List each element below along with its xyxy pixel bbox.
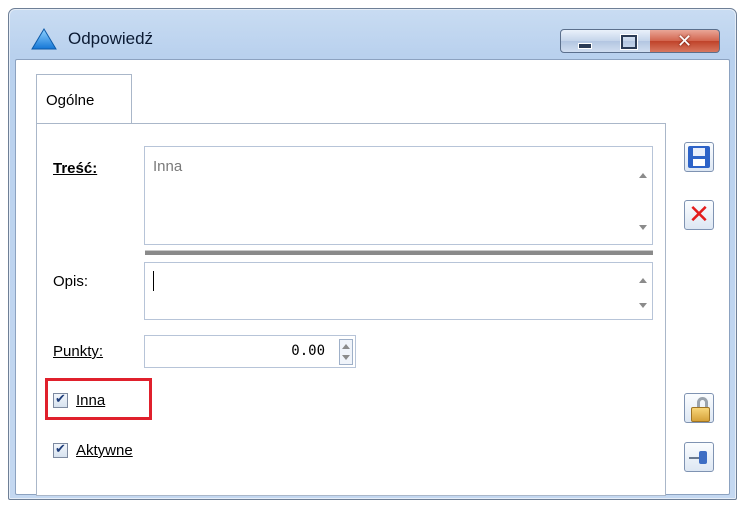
save-icon [688,146,710,168]
save-icon-label [693,159,705,166]
aktywne-label[interactable]: Aktywne [76,442,133,459]
close-icon: ✕ [676,31,693,51]
title-bar[interactable]: Odpowiedź ✕ [9,9,736,53]
cancel-button[interactable]: ✕ [684,199,714,230]
resize-splitter[interactable] [145,250,653,255]
scroll-down-icon[interactable] [639,225,647,230]
maximize-icon [621,35,637,49]
tresc-field[interactable]: Inna [144,146,653,245]
tresc-value: Inna [153,158,183,175]
punkty-value: 0.00 [291,343,325,359]
padlock-open-icon [691,407,710,422]
opis-label: Opis: [53,273,89,290]
tresc-label: Treść: [53,160,97,177]
aktywne-label-text: Aktywne [76,442,133,459]
tresc-label-text: Treść: [53,160,98,177]
pin-icon [699,451,707,464]
scroll-up-icon[interactable] [639,173,647,178]
tab-ogolne[interactable]: Ogólne [36,74,132,124]
minimize-icon [578,43,592,49]
punkty-label: Punkty: [53,343,103,360]
opis-field[interactable] [144,262,653,320]
spin-down-icon[interactable] [342,355,350,360]
scroll-down-icon[interactable] [639,303,647,308]
maximize-button[interactable] [605,29,651,53]
text-caret [153,271,154,291]
close-red-icon: ✕ [688,199,710,229]
inna-label[interactable]: Inna [76,392,105,409]
punkty-spinner[interactable] [339,339,353,365]
close-button[interactable]: ✕ [650,29,720,53]
lock-button[interactable] [684,393,714,423]
tab-ogolne-label: Ogólne [46,92,95,109]
punkty-label-text: Punkty: [53,343,104,360]
inna-label-text: Inna [76,392,106,409]
save-button[interactable] [684,142,714,172]
spin-up-icon[interactable] [342,344,350,349]
opis-scrollbar[interactable] [634,263,652,319]
tresc-scrollbar[interactable] [634,147,652,244]
inna-checkbox[interactable] [53,391,68,408]
pin-button[interactable] [684,442,714,472]
scroll-up-icon[interactable] [639,278,647,283]
punkty-field[interactable]: 0.00 [144,335,356,368]
aktywne-checkbox[interactable] [53,441,68,458]
window-title: Odpowiedź [68,29,154,48]
save-icon-shutter [693,148,705,156]
app-triangle-icon [31,28,57,50]
minimize-button[interactable] [560,29,606,53]
